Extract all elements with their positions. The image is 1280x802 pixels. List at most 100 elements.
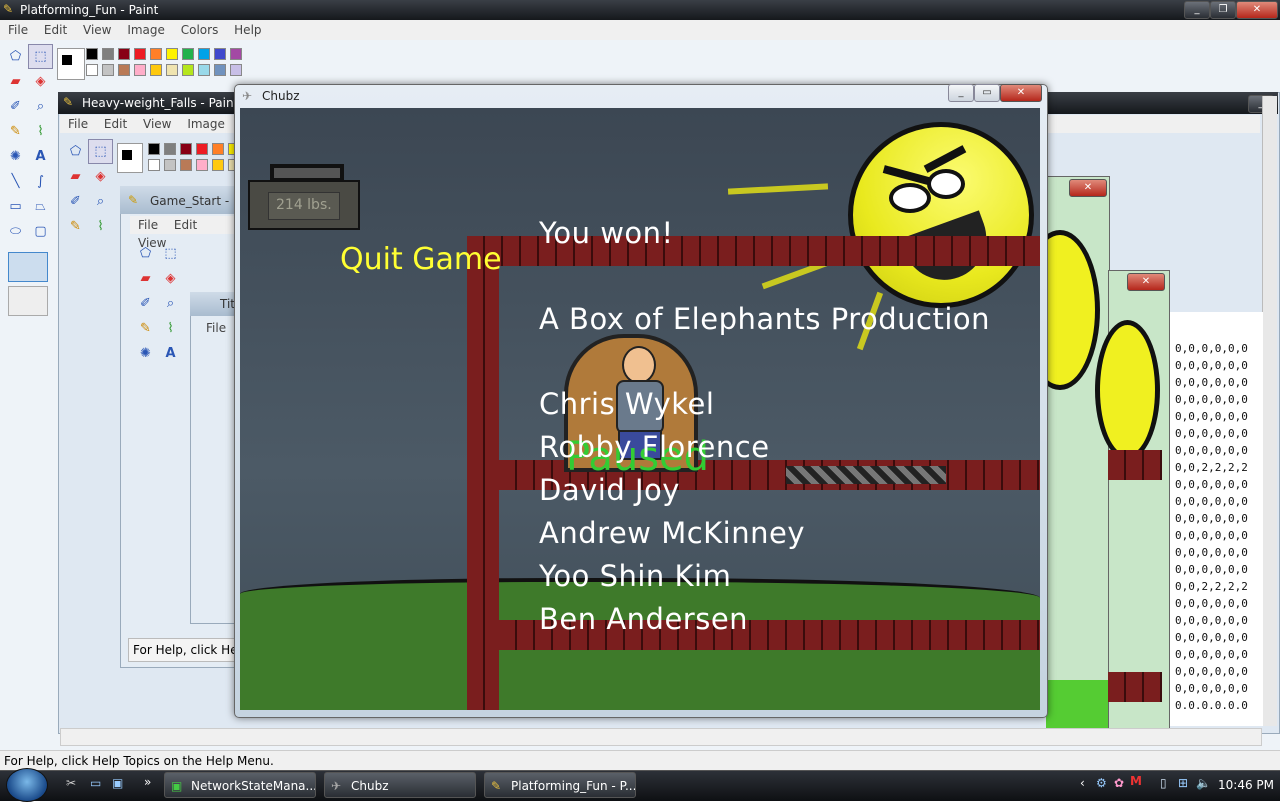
free-select-icon[interactable]: ⬠ bbox=[133, 241, 158, 266]
tray-app-icon[interactable]: ⚙ bbox=[1096, 776, 1107, 790]
ellipse-icon[interactable]: ⬭ bbox=[3, 219, 28, 244]
transparent-option-icon[interactable] bbox=[8, 286, 48, 316]
rect-select-icon[interactable]: ⬚ bbox=[158, 241, 183, 266]
bg1-close-button[interactable]: ✕ bbox=[1069, 179, 1107, 197]
color-swatch[interactable] bbox=[148, 159, 160, 171]
close-button[interactable]: ✕ bbox=[1236, 1, 1278, 19]
color-swatch[interactable] bbox=[102, 64, 114, 76]
color-swatch[interactable] bbox=[214, 64, 226, 76]
bg2-close-button[interactable]: ✕ bbox=[1127, 273, 1165, 291]
color-swatch[interactable] bbox=[182, 48, 194, 60]
polygon-icon[interactable]: ⏢ bbox=[28, 194, 53, 219]
taskbar-item[interactable]: ✈ Chubz bbox=[324, 772, 476, 798]
airbrush-icon[interactable]: ✺ bbox=[3, 144, 28, 169]
brush-icon[interactable]: ⌇ bbox=[28, 119, 53, 144]
magnifier-icon[interactable]: ⌕ bbox=[88, 189, 113, 214]
color-swatch[interactable] bbox=[166, 64, 178, 76]
heavy-scrollbar[interactable] bbox=[1262, 96, 1277, 726]
tray-safely-remove-icon[interactable]: ▯ bbox=[1160, 776, 1167, 790]
text-icon[interactable]: A bbox=[158, 341, 183, 366]
game-minimize-button[interactable]: _ bbox=[948, 84, 974, 102]
magnifier-icon[interactable]: ⌕ bbox=[158, 291, 183, 316]
color-swatch[interactable] bbox=[196, 159, 208, 171]
picker-icon[interactable]: ✐ bbox=[3, 94, 28, 119]
color-swatch[interactable] bbox=[212, 159, 224, 171]
eraser-icon[interactable]: ▰ bbox=[63, 164, 88, 189]
taskbar-item[interactable]: ▣ NetworkStateMana... bbox=[164, 772, 316, 798]
color-swatch[interactable] bbox=[166, 48, 178, 60]
menu-image[interactable]: Image bbox=[127, 23, 165, 37]
color-swatch[interactable] bbox=[86, 64, 98, 76]
pencil-icon[interactable]: ✎ bbox=[63, 214, 88, 239]
eraser-icon[interactable]: ▰ bbox=[3, 69, 28, 94]
menu-view[interactable]: View bbox=[143, 117, 171, 131]
menu-help[interactable]: Help bbox=[234, 23, 261, 37]
tray-network-icon[interactable]: ⊞ bbox=[1178, 776, 1188, 790]
tray-volume-icon[interactable]: 🔈 bbox=[1196, 776, 1211, 790]
free-select-icon[interactable]: ⬠ bbox=[3, 44, 28, 69]
free-select-icon[interactable]: ⬠ bbox=[63, 139, 88, 164]
tray-clock[interactable]: 10:46 PM bbox=[1218, 778, 1274, 792]
menu-edit[interactable]: Edit bbox=[174, 218, 197, 232]
brush-icon[interactable]: ⌇ bbox=[88, 214, 113, 239]
magnifier-icon[interactable]: ⌕ bbox=[28, 94, 53, 119]
rect-select-icon[interactable]: ⬚ bbox=[88, 139, 113, 164]
menu-view[interactable]: View bbox=[83, 23, 111, 37]
game-close-button[interactable]: ✕ bbox=[1000, 84, 1042, 102]
tray-app-icon[interactable]: ✿ bbox=[1114, 776, 1124, 790]
tray-mail-icon[interactable]: M bbox=[1130, 774, 1142, 788]
color-swatch[interactable] bbox=[134, 64, 146, 76]
game-maximize-button[interactable]: ▭ bbox=[974, 84, 1000, 102]
current-colors[interactable] bbox=[57, 48, 85, 80]
picker-icon[interactable]: ✐ bbox=[133, 291, 158, 316]
color-swatch[interactable] bbox=[230, 48, 242, 60]
text-icon[interactable]: A bbox=[28, 144, 53, 169]
color-swatch[interactable] bbox=[214, 48, 226, 60]
minimize-button[interactable]: _ bbox=[1184, 1, 1210, 19]
fill-icon[interactable]: ◈ bbox=[88, 164, 113, 189]
color-swatch[interactable] bbox=[180, 143, 192, 155]
color-swatch[interactable] bbox=[150, 64, 162, 76]
color-swatch[interactable] bbox=[212, 143, 224, 155]
pencil-icon[interactable]: ✎ bbox=[133, 316, 158, 341]
color-swatch[interactable] bbox=[198, 48, 210, 60]
eraser-icon[interactable]: ▰ bbox=[133, 266, 158, 291]
color-swatch[interactable] bbox=[86, 48, 98, 60]
heavy-current-colors[interactable] bbox=[117, 143, 143, 173]
color-swatch[interactable] bbox=[118, 48, 130, 60]
menu-file[interactable]: File bbox=[8, 23, 28, 37]
color-swatch[interactable] bbox=[182, 64, 194, 76]
quicklaunch-more-icon[interactable]: » bbox=[144, 775, 151, 789]
color-swatch[interactable] bbox=[102, 48, 114, 60]
opaque-option-icon[interactable] bbox=[8, 252, 48, 282]
fill-icon[interactable]: ◈ bbox=[158, 266, 183, 291]
picker-icon[interactable]: ✐ bbox=[63, 189, 88, 214]
quicklaunch-switch-icon[interactable]: ▣ bbox=[112, 776, 123, 790]
quicklaunch-tools-icon[interactable]: ✂ bbox=[66, 776, 76, 790]
menu-file[interactable]: File bbox=[68, 117, 88, 131]
menu-image[interactable]: Image bbox=[187, 117, 225, 131]
airbrush-icon[interactable]: ✺ bbox=[133, 341, 158, 366]
rounded-rect-icon[interactable]: ▢ bbox=[28, 219, 53, 244]
fill-icon[interactable]: ◈ bbox=[28, 69, 53, 94]
maximize-button[interactable]: ❐ bbox=[1210, 1, 1236, 19]
color-swatch[interactable] bbox=[180, 159, 192, 171]
color-swatch[interactable] bbox=[148, 143, 160, 155]
rect-select-icon[interactable]: ⬚ bbox=[28, 44, 53, 69]
quicklaunch-desktop-icon[interactable]: ▭ bbox=[90, 776, 101, 790]
color-swatch[interactable] bbox=[230, 64, 242, 76]
menu-colors[interactable]: Colors bbox=[181, 23, 219, 37]
color-swatch[interactable] bbox=[198, 64, 210, 76]
color-swatch[interactable] bbox=[164, 159, 176, 171]
line-icon[interactable]: ╲ bbox=[3, 169, 28, 194]
pencil-icon[interactable]: ✎ bbox=[3, 119, 28, 144]
menu-edit[interactable]: Edit bbox=[104, 117, 127, 131]
rectangle-icon[interactable]: ▭ bbox=[3, 194, 28, 219]
color-swatch[interactable] bbox=[164, 143, 176, 155]
curve-icon[interactable]: ∫ bbox=[28, 169, 53, 194]
menu-file[interactable]: File bbox=[138, 218, 158, 232]
menu-file[interactable]: File bbox=[206, 321, 226, 335]
color-swatch[interactable] bbox=[118, 64, 130, 76]
color-swatch[interactable] bbox=[196, 143, 208, 155]
taskbar-item[interactable]: ✎ Platforming_Fun - P... bbox=[484, 772, 636, 798]
